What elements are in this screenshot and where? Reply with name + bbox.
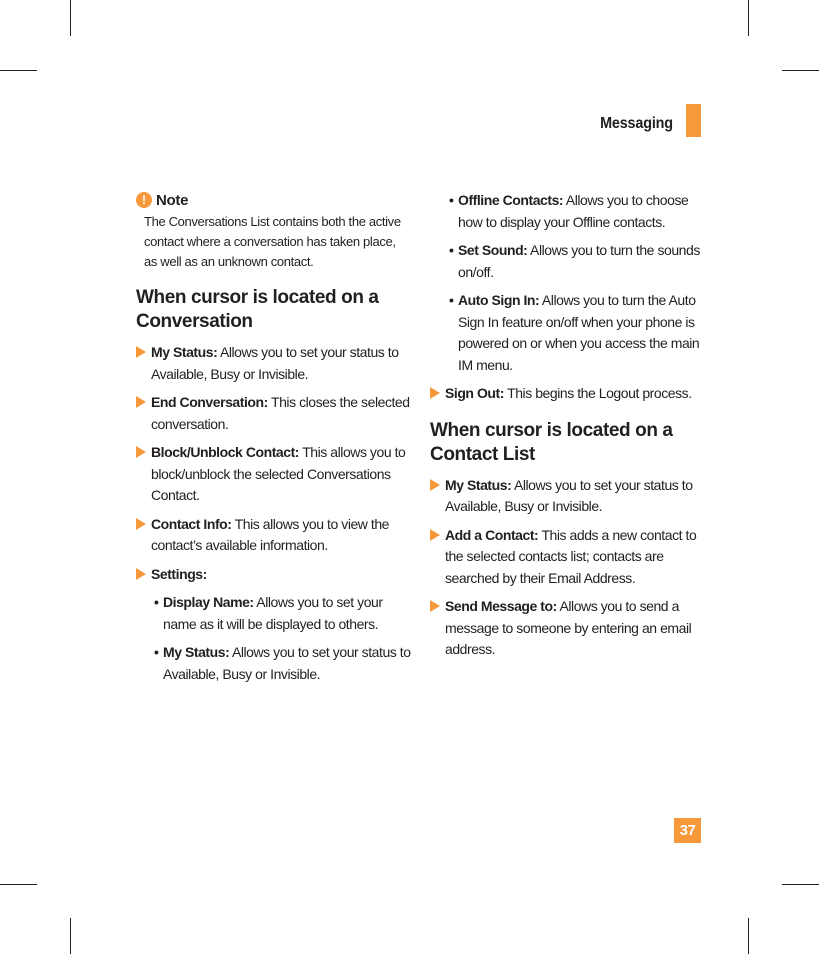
arrow-bullet-icon	[430, 387, 440, 399]
crop-mark	[748, 0, 749, 36]
item-term: Add a Contact:	[445, 526, 539, 543]
section-tab-marker	[686, 104, 701, 137]
subitem-term: Offline Contacts:	[458, 192, 564, 208]
subitem-term: Display Name:	[163, 594, 254, 610]
bullet-dot-icon: •	[449, 242, 454, 258]
left-column: ! Note The Conversations List contains b…	[136, 190, 411, 692]
list-item: My Status: Allows you to set your status…	[136, 342, 411, 385]
list-item: My Status: Allows you to set your status…	[430, 475, 705, 518]
item-term: My Status:	[445, 476, 512, 493]
right-column: • Offline Contacts: Allows you to choose…	[430, 190, 705, 668]
list-item: Block/Unblock Contact: This allows you t…	[136, 442, 411, 507]
note-box: ! Note The Conversations List contains b…	[136, 190, 411, 272]
crop-mark	[0, 884, 37, 885]
bullet-dot-icon: •	[449, 192, 454, 208]
crop-mark	[748, 918, 749, 954]
arrow-bullet-icon	[136, 396, 146, 408]
sub-list-item: • My Status: Allows you to set your stat…	[136, 642, 411, 685]
section-title: When cursor is located on a Conversation	[136, 287, 379, 332]
list-item: Add a Contact: This adds a new contact t…	[430, 525, 705, 590]
item-term: End Conversation:	[151, 394, 268, 410]
note-label: Note	[156, 191, 189, 209]
item-term: Settings:	[151, 565, 207, 582]
subitem-term: Set Sound:	[458, 242, 528, 258]
item-term: My Status:	[151, 344, 218, 360]
arrow-bullet-icon	[430, 528, 440, 541]
list-item: Sign Out: This begins the Logout process…	[430, 383, 705, 405]
bullet-dot-icon: •	[154, 594, 159, 610]
item-term: Send Message to:	[445, 598, 557, 614]
item-desc: This begins the Logout process.	[503, 385, 692, 401]
exclamation-icon: !	[136, 192, 152, 208]
page-number: 37	[674, 818, 701, 843]
subitem-term: My Status:	[163, 644, 230, 660]
bullet-dot-icon: •	[449, 292, 454, 308]
arrow-bullet-icon	[136, 446, 146, 458]
list-item: Send Message to: Allows you to send a me…	[430, 596, 705, 661]
crop-mark	[0, 70, 37, 71]
arrow-bullet-icon	[136, 567, 146, 580]
crop-mark	[70, 0, 71, 36]
sub-list-item: • Set Sound: Allows you to turn the soun…	[430, 240, 705, 283]
item-term: Contact Info:	[151, 515, 232, 532]
crop-mark	[782, 70, 819, 71]
note-header: ! Note	[136, 190, 411, 210]
list-item: End Conversation: This closes the select…	[136, 392, 411, 435]
bullet-dot-icon: •	[154, 644, 159, 660]
sub-list-item: • Display Name: Allows you to set your n…	[136, 592, 411, 635]
note-body: The Conversations List contains both the…	[144, 214, 401, 269]
list-item: Settings:	[136, 564, 411, 586]
section-header-title: Messaging	[600, 115, 673, 132]
item-term: Block/Unblock Contact:	[151, 444, 300, 460]
list-item: Contact Info: This allows you to view th…	[136, 514, 411, 557]
sub-list-item: • Offline Contacts: Allows you to choose…	[430, 190, 705, 233]
arrow-bullet-icon	[430, 478, 440, 491]
sub-list-item: • Auto Sign In: Allows you to turn the A…	[430, 290, 705, 376]
crop-mark	[782, 884, 819, 885]
subitem-term: Auto Sign In:	[458, 292, 540, 308]
arrow-bullet-icon	[136, 517, 146, 530]
crop-mark	[70, 918, 71, 954]
item-term: Sign Out:	[445, 385, 504, 401]
arrow-bullet-icon	[430, 600, 440, 612]
section-title: When cursor is located on a Contact List	[430, 419, 673, 465]
arrow-bullet-icon	[136, 346, 146, 358]
